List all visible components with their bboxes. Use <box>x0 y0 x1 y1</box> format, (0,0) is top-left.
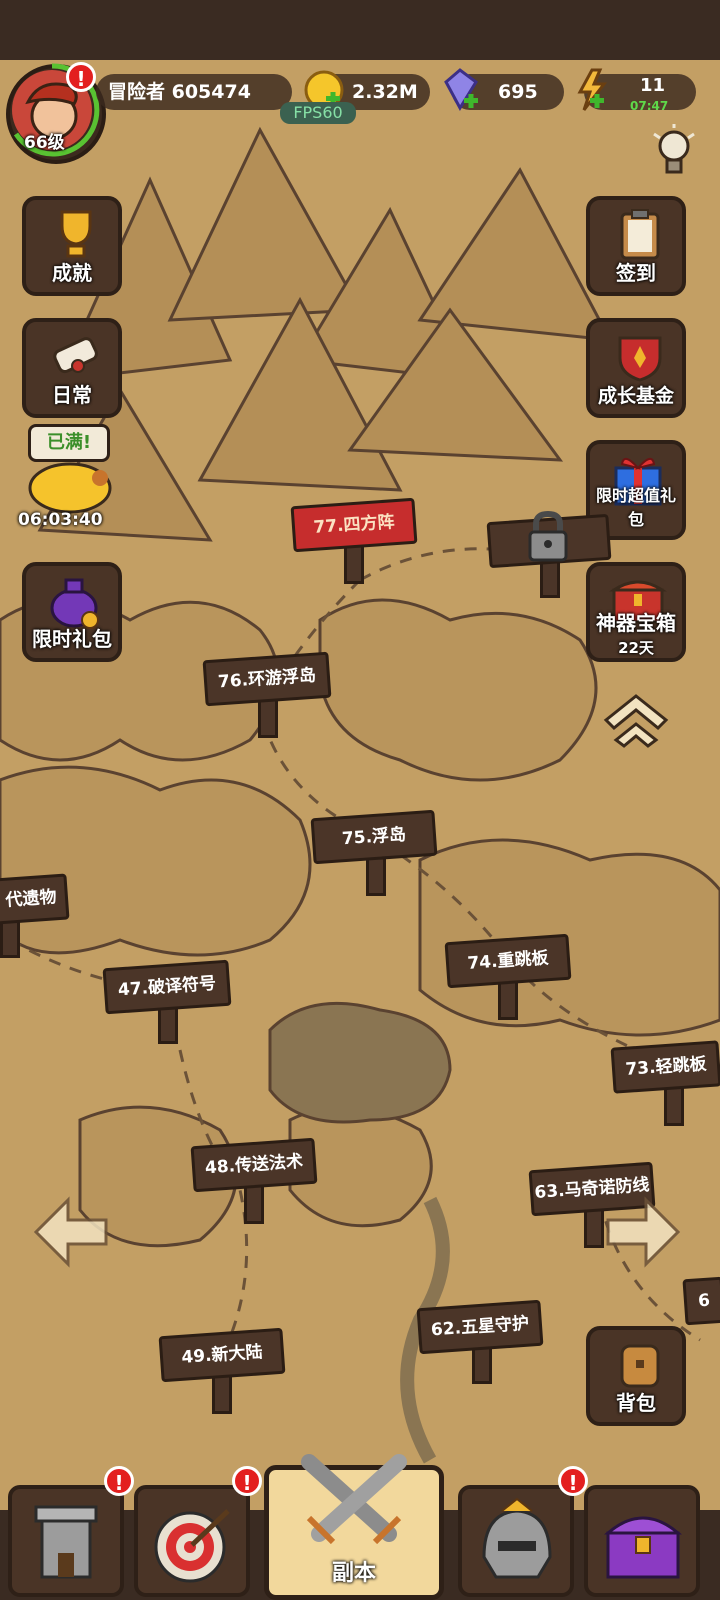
level-76-sign[interactable]: 76.环游浮岛 <box>202 651 332 707</box>
limited-gift-button[interactable]: 限时礼包 <box>22 562 122 662</box>
clipboard-icon <box>620 209 660 260</box>
gem-amount: 695 <box>498 81 538 103</box>
scroll-up-arrow-icon[interactable] <box>598 688 674 754</box>
level-75-sign[interactable]: 75.浮岛 <box>310 809 438 865</box>
purple-chest-icon <box>603 1516 683 1579</box>
tab-tower[interactable] <box>8 1485 124 1597</box>
player-name-panel[interactable]: 冒险者 605474 <box>96 74 292 110</box>
prev-page-arrow-icon[interactable] <box>30 1194 110 1270</box>
tab-chest[interactable] <box>584 1485 700 1597</box>
player-level: 66级 <box>24 133 65 153</box>
daily-button[interactable]: 日常 <box>22 318 122 418</box>
level-77-sign[interactable]: 77.四方阵 <box>290 497 418 553</box>
backpack-label: 背包 <box>616 1391 656 1415</box>
level-49-sign[interactable]: 49.新大陆 <box>158 1327 286 1383</box>
piggy-timer: 06:03:40 <box>18 510 103 530</box>
piggy-bank-icon[interactable] <box>22 458 118 514</box>
artifact-chest-label: 神器宝箱 <box>596 611 676 635</box>
gold-amount: 2.32M <box>352 81 418 103</box>
signin-button[interactable]: 签到 <box>586 196 686 296</box>
piggy-bubble: 已满! <box>28 424 110 462</box>
level-74-sign[interactable]: 74.重跳板 <box>444 933 572 989</box>
limited-gift-label: 限时礼包 <box>32 627 112 651</box>
signin-label: 签到 <box>616 261 656 285</box>
growth-fund-label: 成长基金 <box>597 385 674 407</box>
tab-dungeon[interactable]: 副本 <box>264 1454 444 1600</box>
level-62-sign[interactable]: 62.五星守护 <box>416 1299 544 1355</box>
artifact-chest-days: 22天 <box>618 639 654 657</box>
crossed-swords-icon <box>301 1454 407 1544</box>
tower-icon <box>34 1505 98 1579</box>
level-47-sign[interactable]: 47.破译符号 <box>102 959 232 1015</box>
helmet-icon <box>482 1497 552 1579</box>
player-name: 冒险者 605474 <box>108 81 251 103</box>
tab-dungeon-label: 副本 <box>331 1561 376 1586</box>
trophy-icon <box>60 210 92 258</box>
backpack-icon <box>620 1344 660 1388</box>
next-page-arrow-icon[interactable] <box>604 1194 684 1270</box>
padlock-icon <box>528 510 568 562</box>
daily-label: 日常 <box>52 383 92 407</box>
tab-tower-badge: ! <box>104 1466 134 1496</box>
level-48-sign[interactable]: 48.传送法术 <box>190 1137 318 1193</box>
achievement-label: 成就 <box>52 261 92 285</box>
artifact-chest-button[interactable]: 神器宝箱 22天 <box>586 562 686 662</box>
shield-emblem-icon <box>618 336 662 382</box>
target-icon <box>154 1509 230 1583</box>
tab-hero[interactable] <box>458 1485 574 1597</box>
partial-level-sign-right[interactable]: 6 <box>682 1276 720 1326</box>
energy-timer: 07:47 <box>630 99 669 113</box>
achievement-button[interactable]: 成就 <box>22 196 122 296</box>
avatar-alert-badge: ! <box>66 62 96 92</box>
tab-chest-badge: ! <box>558 1466 588 1496</box>
gem-icon <box>444 68 478 112</box>
hint-lightbulb-icon[interactable] <box>652 124 696 184</box>
scroll-icon <box>53 337 98 374</box>
partial-level-sign-left[interactable]: 代遗物 <box>0 873 70 925</box>
growth-fund-button[interactable]: 成长基金 <box>586 318 686 418</box>
tab-target-badge: ! <box>232 1466 262 1496</box>
level-73-sign[interactable]: 73.轻跳板 <box>610 1040 720 1094</box>
energy-bolt-icon <box>577 68 608 111</box>
backpack-button[interactable]: 背包 <box>586 1326 686 1426</box>
fps-counter: FPS60 <box>280 102 356 124</box>
status-strip <box>0 0 720 60</box>
tab-target[interactable] <box>134 1485 250 1597</box>
